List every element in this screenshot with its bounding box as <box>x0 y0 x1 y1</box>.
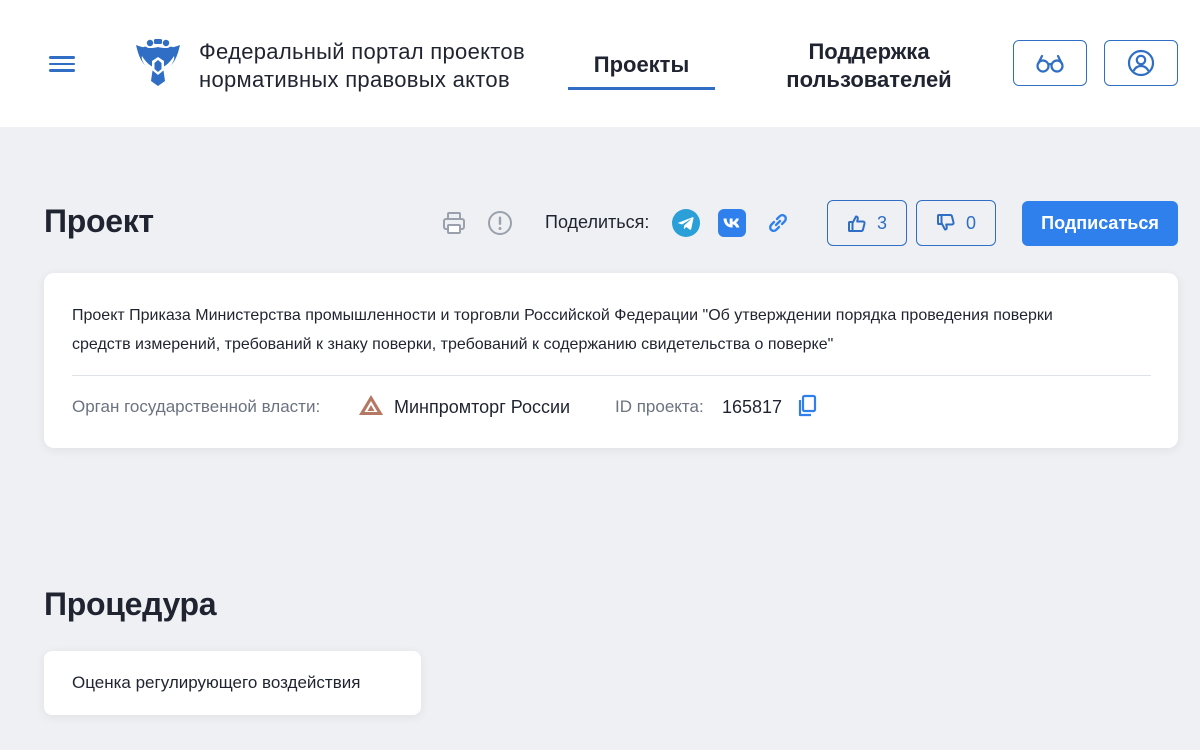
project-description-line2: средств измерений, требований к знаку по… <box>72 336 834 353</box>
user-circle-icon <box>1127 49 1155 77</box>
dislike-count: 0 <box>965 212 976 233</box>
nav-support-line1: Поддержка <box>808 39 930 64</box>
nav-tab-projects-label: Проекты <box>593 52 690 77</box>
subscribe-button[interactable]: Подписаться <box>1022 201 1178 246</box>
project-id-value: 165817 <box>722 397 783 417</box>
minpromtorg-logo-icon <box>359 395 383 415</box>
thumbs-up-icon <box>847 215 866 232</box>
project-description-line1: Проект Приказа Министерства промышленнос… <box>72 307 1053 324</box>
copy-link-icon[interactable] <box>764 209 792 237</box>
user-profile-button[interactable] <box>1104 40 1178 86</box>
nav-tab-user-support[interactable]: Поддержка пользователей <box>775 38 963 94</box>
project-id-label: ID проекта: <box>615 397 704 416</box>
copy-id-icon[interactable] <box>796 394 818 418</box>
portal-title[interactable]: Федеральный портал проектов нормативных … <box>199 38 569 94</box>
accessibility-mode-button[interactable] <box>1013 40 1087 86</box>
site-header: Федеральный портал проектов нормативных … <box>0 0 1200 127</box>
page-title: Проект <box>44 203 154 239</box>
card-divider <box>72 375 1151 376</box>
authority-label: Орган государственной власти: <box>72 397 321 416</box>
report-error-icon[interactable] <box>487 210 513 236</box>
authority-value[interactable]: Минпромторг России <box>394 397 570 418</box>
dislike-button[interactable]: 0 <box>916 200 996 246</box>
like-button[interactable]: 3 <box>827 200 907 246</box>
portal-title-line1: Федеральный портал проектов <box>199 39 525 64</box>
portal-title-line2: нормативных правовых актов <box>199 67 510 92</box>
thumbs-down-icon <box>936 214 955 231</box>
procedure-stage-label: Оценка регулирующего воздействия <box>72 673 361 692</box>
coat-of-arms-emblem[interactable] <box>133 37 183 87</box>
active-tab-underline <box>568 87 715 90</box>
glasses-icon <box>1036 54 1064 73</box>
project-card: Проект Приказа Министерства промышленнос… <box>44 273 1178 448</box>
procedure-title: Процедура <box>44 586 217 622</box>
project-description: Проект Приказа Министерства промышленнос… <box>72 301 1152 359</box>
share-label: Поделиться: <box>545 212 650 232</box>
nav-support-line2: пользователей <box>786 67 952 92</box>
hamburger-menu-icon[interactable] <box>48 53 76 75</box>
like-count: 3 <box>876 212 887 233</box>
printer-icon[interactable] <box>441 210 467 236</box>
procedure-stage-card[interactable]: Оценка регулирующего воздействия <box>44 651 421 715</box>
telegram-icon[interactable] <box>672 209 700 237</box>
nav-tab-projects[interactable]: Проекты <box>568 50 715 90</box>
vk-icon[interactable] <box>718 209 746 237</box>
